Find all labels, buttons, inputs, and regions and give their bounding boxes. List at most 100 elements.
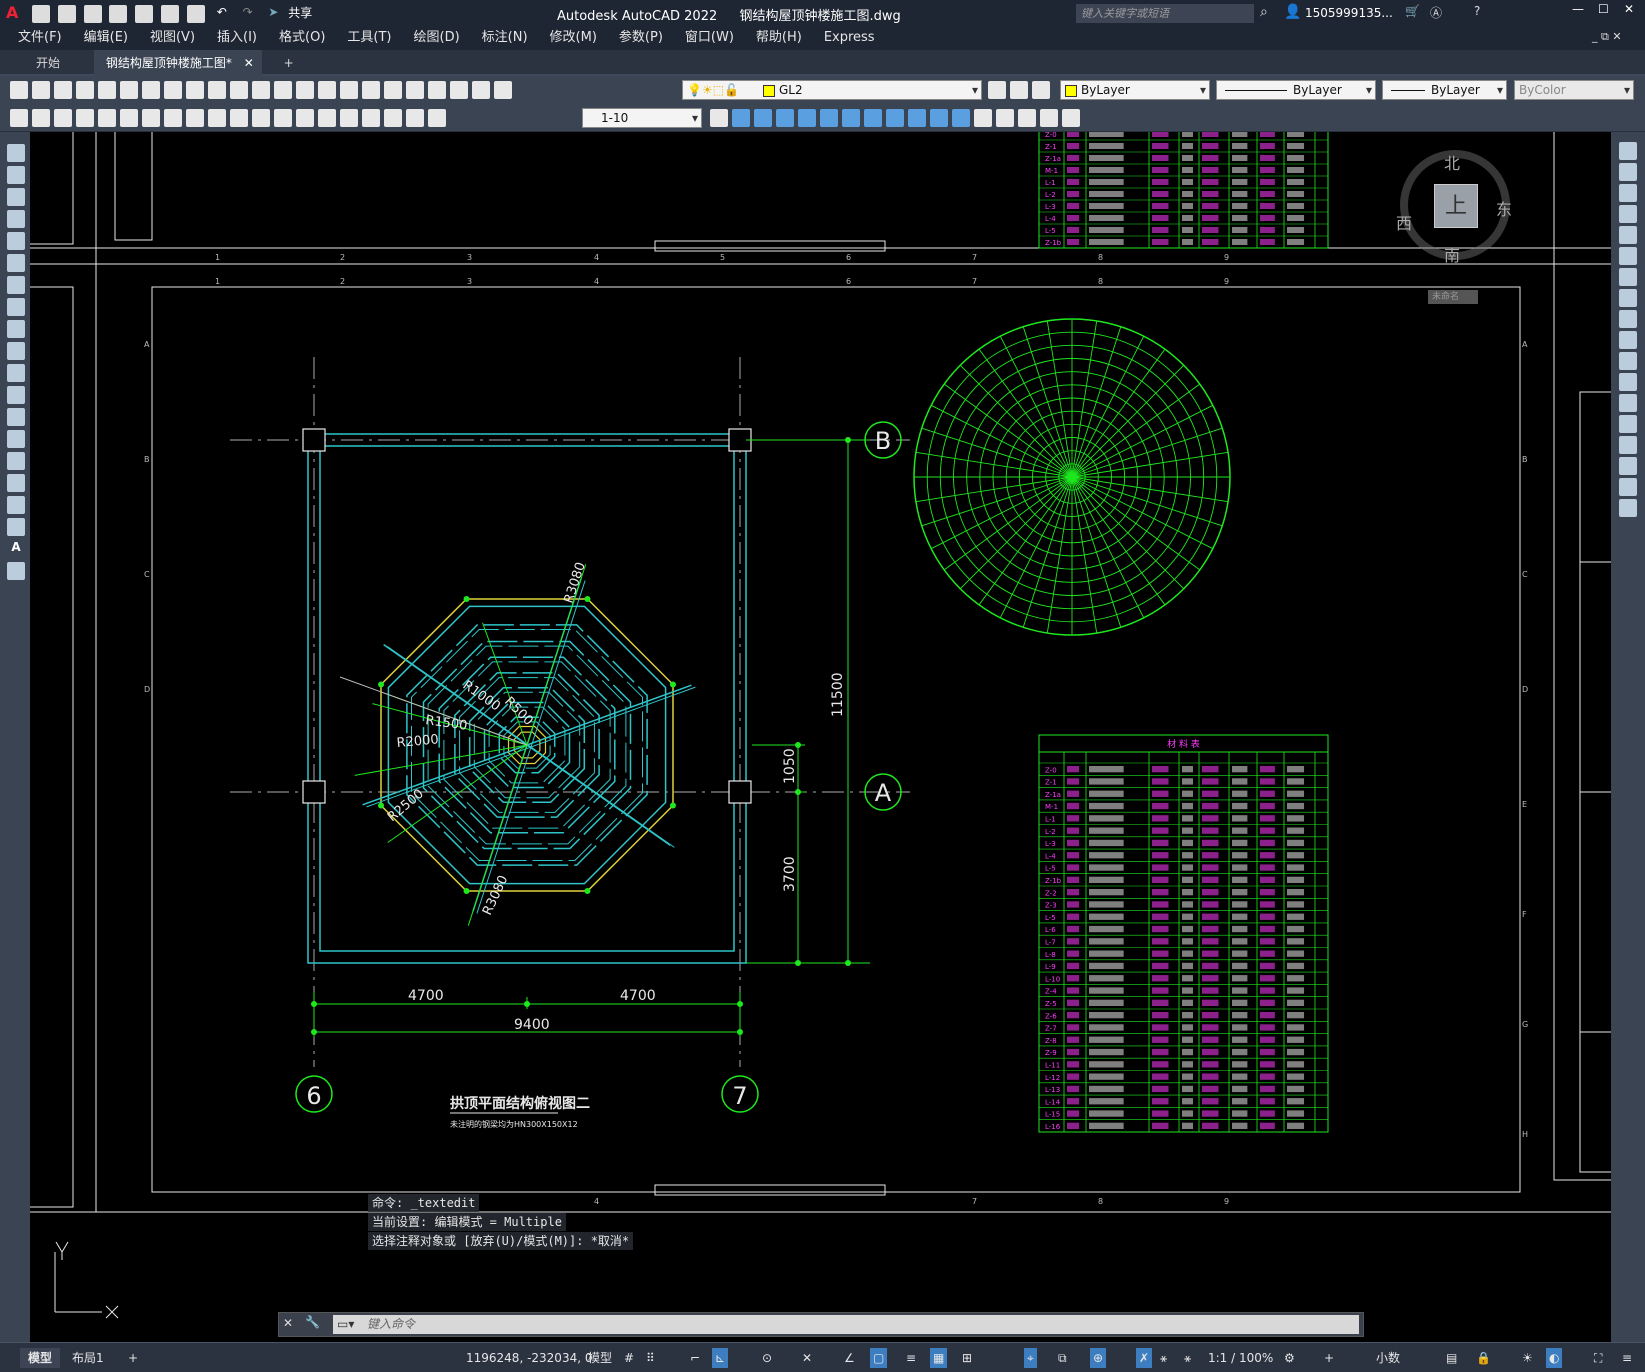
customize-icon[interactable]: 🔧 — [305, 1315, 320, 1329]
menu-item-5[interactable]: 工具(T) — [336, 26, 402, 50]
rectangle-icon[interactable] — [7, 232, 25, 250]
help-icon[interactable] — [472, 81, 490, 99]
copy-icon[interactable] — [164, 81, 182, 99]
dimstyle-icon[interactable] — [710, 109, 728, 127]
quick-dim-icon[interactable] — [186, 109, 204, 127]
user-icon[interactable]: 👤 — [1284, 4, 1301, 20]
add-layout-button[interactable]: + — [128, 1348, 138, 1368]
autoscale-icon[interactable]: ⚹ — [1160, 1348, 1167, 1368]
erase-icon[interactable] — [1619, 142, 1637, 160]
menu-item-4[interactable]: 格式(O) — [268, 26, 336, 50]
arc-length-icon[interactable] — [54, 109, 72, 127]
menu-item-9[interactable]: 参数(P) — [608, 26, 674, 50]
lineweight-dropdown[interactable]: ByLayer — [1382, 80, 1507, 100]
attdef-icon[interactable] — [1040, 109, 1058, 127]
a360-icon[interactable]: Ⓐ — [1430, 4, 1442, 21]
linear-dim-icon[interactable] — [10, 109, 28, 127]
gradient-icon[interactable] — [7, 474, 25, 492]
annotation-visibility-icon[interactable]: ✗ — [1136, 1348, 1153, 1368]
cut-icon[interactable] — [142, 81, 160, 99]
refedit-icon[interactable] — [1062, 109, 1080, 127]
maximize-button[interactable]: ☐ — [1598, 2, 1609, 16]
arc-icon[interactable] — [7, 254, 25, 272]
tab-layout1[interactable]: 布局1 — [72, 1348, 104, 1368]
table-icon[interactable] — [7, 518, 25, 536]
mtext-icon[interactable]: A — [7, 540, 25, 558]
tab-start[interactable]: 开始 — [0, 50, 90, 76]
menu-item-2[interactable]: 视图(V) — [139, 26, 206, 50]
point-icon[interactable] — [7, 430, 25, 448]
continue-icon[interactable] — [230, 109, 248, 127]
undo-icon[interactable]: ↶ — [213, 5, 231, 23]
tab-model[interactable]: 模型 — [20, 1348, 61, 1368]
tolerance-icon[interactable] — [296, 109, 314, 127]
line-icon[interactable] — [7, 144, 25, 162]
zoom-window-icon[interactable] — [318, 81, 336, 99]
block-icon[interactable] — [974, 109, 992, 127]
close-button[interactable]: ✕ — [1624, 2, 1634, 16]
dimtedit-icon[interactable] — [406, 109, 424, 127]
close-tab-icon[interactable]: ✕ — [244, 56, 254, 70]
menu-item-7[interactable]: 标注(N) — [471, 26, 539, 50]
bring-front-icon[interactable] — [732, 109, 750, 127]
array-icon[interactable] — [1619, 226, 1637, 244]
menu-item-12[interactable]: Express — [813, 26, 886, 50]
wblock-icon[interactable] — [1018, 109, 1036, 127]
xline-icon[interactable] — [7, 166, 25, 184]
above-icon[interactable] — [776, 109, 794, 127]
fillet-icon[interactable] — [1619, 457, 1637, 475]
dyn-ucs-icon[interactable]: ▢ — [870, 1348, 888, 1368]
compass-south[interactable]: 南 — [1444, 242, 1460, 266]
coordinates-readout[interactable]: 1196248, -232034, 0 — [466, 1348, 592, 1368]
compass-east[interactable]: 东 — [1496, 196, 1512, 220]
toolpalette-icon[interactable] — [406, 81, 424, 99]
menu-item-1[interactable]: 编辑(E) — [73, 26, 139, 50]
save-web-icon[interactable] — [161, 4, 180, 23]
search-icon[interactable]: ⌕ — [1260, 4, 1268, 20]
help-icon[interactable]: ? — [1474, 4, 1480, 18]
clean-screen-icon[interactable]: ⛶ — [1594, 1348, 1602, 1368]
annotation-monitor-icon[interactable]: ⊕ — [1090, 1348, 1107, 1368]
ellipse-icon[interactable] — [7, 342, 25, 360]
command-input[interactable]: ▭▾ 键入命令 — [333, 1315, 1359, 1334]
customize-status-icon[interactable]: ≡ — [1622, 1348, 1632, 1368]
user-name[interactable]: 1505999135... — [1305, 6, 1393, 20]
circle-icon[interactable] — [7, 276, 25, 294]
break-point-icon[interactable] — [1619, 373, 1637, 391]
below-icon[interactable] — [798, 109, 816, 127]
share-label[interactable]: 共享 — [288, 6, 312, 20]
menu-item-10[interactable]: 窗口(W) — [674, 26, 745, 50]
join-icon[interactable] — [1619, 415, 1637, 433]
annotation-scale[interactable]: 1:1 / 100% — [1208, 1348, 1273, 1368]
break-icon[interactable] — [274, 109, 292, 127]
menu-item-6[interactable]: 绘图(D) — [403, 26, 471, 50]
matchprop-icon[interactable] — [208, 81, 226, 99]
zoom-prev-icon[interactable] — [340, 81, 358, 99]
sheetset-icon[interactable] — [428, 81, 446, 99]
new-tab-button[interactable]: + — [266, 50, 312, 76]
drawing-canvas[interactable]: 123456789 12346789 34789 ABCD ABCDEFGH — [30, 132, 1611, 1342]
dimstyle-dropdown[interactable]: 1-10 — [582, 108, 702, 128]
properties-icon[interactable] — [362, 81, 380, 99]
diameter-icon[interactable] — [142, 109, 160, 127]
baseline-icon[interactable] — [208, 109, 226, 127]
lock-ui-icon[interactable]: 🔒 — [1476, 1348, 1491, 1368]
viewcube[interactable]: 上 北 南 东 西 — [1396, 150, 1512, 265]
menu-item-3[interactable]: 插入(I) — [206, 26, 268, 50]
share-icon[interactable]: ➤ — [264, 5, 282, 23]
text-front-icon[interactable] — [820, 109, 838, 127]
aligned-dim-icon[interactable] — [32, 109, 50, 127]
dynamic-input-icon[interactable]: ⧉ — [1058, 1348, 1067, 1368]
hatch-icon[interactable] — [7, 452, 25, 470]
cart-icon[interactable]: 🛒 — [1405, 4, 1420, 18]
pan-icon[interactable] — [274, 81, 292, 99]
paste-icon[interactable] — [186, 81, 204, 99]
hatch-back-icon[interactable] — [886, 109, 904, 127]
compass-north[interactable]: 北 — [1444, 150, 1460, 174]
annotate-plus-icon[interactable]: + — [1324, 1348, 1334, 1368]
zoom-icon[interactable] — [296, 81, 314, 99]
ordinate-icon[interactable] — [76, 109, 94, 127]
insert-icon[interactable] — [996, 109, 1014, 127]
new-icon[interactable] — [32, 4, 50, 23]
layer-prev-icon[interactable] — [1010, 81, 1028, 99]
